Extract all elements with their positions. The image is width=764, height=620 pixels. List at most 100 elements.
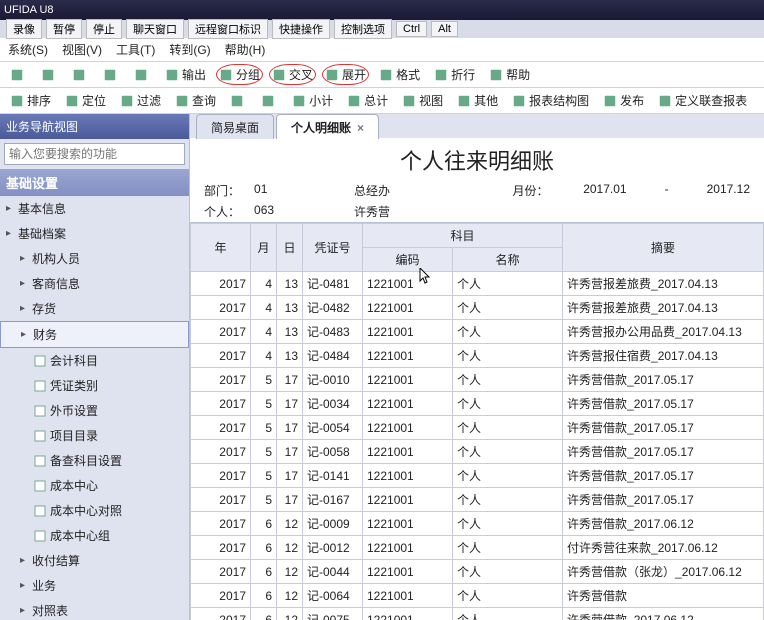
close-icon[interactable]: × [357, 121, 364, 135]
tab-1[interactable]: 个人明细账 × [276, 114, 379, 139]
table-row[interactable]: 2017517记-00101221001个人许秀营借款_2017.05.17 [191, 368, 764, 392]
table-row[interactable]: 2017612记-00441221001个人许秀营借款（张龙）_2017.06.… [191, 560, 764, 584]
remote-btn-8[interactable]: Alt [431, 21, 458, 37]
remote-btn-1[interactable]: 暂停 [46, 19, 82, 39]
cell-desc: 付许秀营往来款_2017.06.12 [563, 536, 764, 560]
cell-day: 13 [277, 320, 303, 344]
table-row[interactable]: 2017517记-00581221001个人许秀营借款_2017.05.17 [191, 440, 764, 464]
cell-desc: 许秀营借款_2017.05.17 [563, 440, 764, 464]
table-row[interactable]: 2017517记-00541221001个人许秀营借款_2017.05.17 [191, 416, 764, 440]
menu-item-1[interactable]: 视图(V) [62, 41, 102, 58]
tree-item-13[interactable]: 成本中心组 [0, 523, 189, 548]
doc-icon [34, 505, 46, 517]
tb1-btn-save[interactable] [68, 66, 93, 84]
col-desc[interactable]: 摘要 [563, 224, 764, 272]
toolbar-2: 排序定位过滤查询 小计总计视图其他报表结构图发布定义联查报表 [0, 88, 764, 114]
grid-wrap[interactable]: 年 月 日 凭证号 科目 摘要 编码 名称 2017413记-048112210… [190, 222, 764, 620]
table-row[interactable]: 2017517记-00341221001个人许秀营借款_2017.05.17 [191, 392, 764, 416]
tree-item-1[interactable]: ▸基础档案 [0, 221, 189, 246]
table-row[interactable]: 2017612记-00091221001个人许秀营借款_2017.06.12 [191, 512, 764, 536]
remote-btn-6[interactable]: 控制选项 [334, 19, 392, 39]
tb2-btn-refresh[interactable] [226, 92, 251, 110]
col-day[interactable]: 日 [277, 224, 303, 272]
table-row[interactable]: 2017413记-04811221001个人许秀营报差旅费_2017.04.13 [191, 272, 764, 296]
table-row[interactable]: 2017413记-04831221001个人许秀营报办公用品费_2017.04.… [191, 320, 764, 344]
menu-item-0[interactable]: 系统(S) [8, 41, 48, 58]
remote-btn-0[interactable]: 录像 [6, 19, 42, 39]
table-row[interactable]: 2017413记-04821221001个人许秀营报差旅费_2017.04.13 [191, 296, 764, 320]
tree-item-0[interactable]: ▸基本信息 [0, 196, 189, 221]
tb2-btn-locate[interactable]: 定位 [61, 90, 110, 111]
cell-year: 2017 [191, 536, 251, 560]
remote-btn-7[interactable]: Ctrl [396, 21, 427, 37]
search-input[interactable] [4, 143, 185, 165]
tree-item-4[interactable]: ▸存货 [0, 296, 189, 321]
tb1-btn-format[interactable]: 格式 [375, 64, 424, 85]
remote-btn-5[interactable]: 快捷操作 [272, 19, 330, 39]
tb2-btn-sort[interactable]: 排序 [6, 90, 55, 111]
tab-0[interactable]: 简易桌面 [196, 114, 274, 139]
tb1-btn-preview[interactable] [130, 66, 155, 84]
tree-item-14[interactable]: ▸收付结算 [0, 548, 189, 573]
tree-item-9[interactable]: 项目目录 [0, 423, 189, 448]
tb2-btn-deflink[interactable]: 定义联查报表 [654, 90, 751, 111]
tree-label: 机构人员 [32, 250, 80, 267]
table-row[interactable]: 2017517记-01671221001个人许秀营借款_2017.05.17 [191, 488, 764, 512]
tb1-btn-open[interactable] [37, 66, 62, 84]
tree-item-7[interactable]: 凭证类别 [0, 373, 189, 398]
tree-item-15[interactable]: ▸业务 [0, 573, 189, 598]
tb2-btn-struct[interactable]: 报表结构图 [508, 90, 593, 111]
tb2-btn-other[interactable]: 其他 [453, 90, 502, 111]
tb1-btn-cross[interactable]: 交叉 [269, 64, 316, 85]
menu-item-4[interactable]: 帮助(H) [225, 41, 266, 58]
col-name[interactable]: 名称 [453, 248, 563, 272]
table-row[interactable]: 2017517记-01411221001个人许秀营借款_2017.05.17 [191, 464, 764, 488]
col-voucher[interactable]: 凭证号 [303, 224, 363, 272]
tb1-btn-saveall[interactable] [99, 66, 124, 84]
tb2-btn-filter[interactable]: 过滤 [116, 90, 165, 111]
tree-item-5[interactable]: ▸财务 [0, 321, 189, 348]
cell-voucher: 记-0075 [303, 608, 363, 620]
tb1-btn-output[interactable]: 输出 [161, 64, 210, 85]
cell-voucher: 记-0010 [303, 368, 363, 392]
tree-item-3[interactable]: ▸客商信息 [0, 271, 189, 296]
tree-item-6[interactable]: 会计科目 [0, 348, 189, 373]
remote-btn-2[interactable]: 停止 [86, 19, 122, 39]
tab-label: 简易桌面 [211, 121, 259, 135]
col-code[interactable]: 编码 [363, 248, 453, 272]
tree-item-16[interactable]: ▸对照表 [0, 598, 189, 620]
dept-label: 部门： [204, 182, 240, 199]
tree-label: 基本信息 [18, 200, 66, 217]
tree-item-2[interactable]: ▸机构人员 [0, 246, 189, 271]
table-row[interactable]: 2017612记-00751221001个人许秀营借款_2017.06.12 [191, 608, 764, 620]
tb2-btn-total[interactable]: 总计 [343, 90, 392, 111]
col-year[interactable]: 年 [191, 224, 251, 272]
col-subject[interactable]: 科目 [363, 224, 563, 248]
remote-btn-3[interactable]: 聊天窗口 [126, 19, 184, 39]
tree-item-12[interactable]: 成本中心对照 [0, 498, 189, 523]
tb1-btn-expand[interactable]: 展开 [322, 64, 369, 85]
cell-day: 17 [277, 416, 303, 440]
tb2-btn-publish[interactable]: 发布 [599, 90, 648, 111]
table-row[interactable]: 2017413记-04841221001个人许秀营报住宿费_2017.04.13 [191, 344, 764, 368]
tb1-btn-new[interactable] [6, 66, 31, 84]
menu-item-3[interactable]: 转到(G) [169, 41, 210, 58]
tb1-btn-group[interactable]: 分组 [216, 64, 263, 85]
table-row[interactable]: 2017612记-00641221001个人许秀营借款 [191, 584, 764, 608]
menu-item-2[interactable]: 工具(T) [116, 41, 155, 58]
tb2-btn-view[interactable]: 视图 [398, 90, 447, 111]
remote-btn-4[interactable]: 远程窗口标识 [188, 19, 268, 39]
table-row[interactable]: 2017612记-00121221001个人付许秀营往来款_2017.06.12 [191, 536, 764, 560]
tab-label: 个人明细账 [291, 121, 351, 135]
col-month[interactable]: 月 [251, 224, 277, 272]
tree-item-8[interactable]: 外币设置 [0, 398, 189, 423]
tb1-btn-wrap[interactable]: 折行 [430, 64, 479, 85]
tb2-btn-subtotal[interactable]: 小计 [288, 90, 337, 111]
tree-item-10[interactable]: 备查科目设置 [0, 448, 189, 473]
tb1-btn-help[interactable]: 帮助 [485, 64, 534, 85]
tb2-btn-query[interactable]: 查询 [171, 90, 220, 111]
tree-item-11[interactable]: 成本中心 [0, 473, 189, 498]
cell-code: 1221001 [363, 296, 453, 320]
tb2-btn-nav[interactable] [257, 92, 282, 110]
cell-voucher: 记-0064 [303, 584, 363, 608]
